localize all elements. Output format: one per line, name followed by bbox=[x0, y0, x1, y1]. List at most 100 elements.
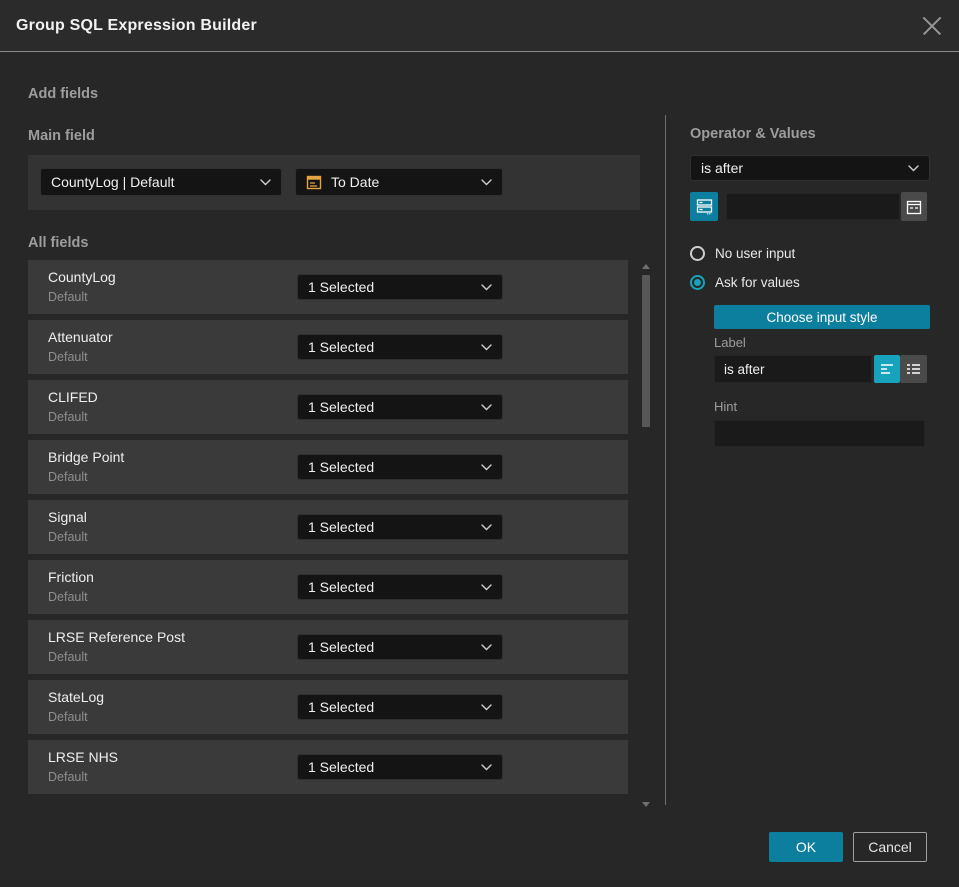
field-selected-value: 1 Selected bbox=[308, 759, 375, 775]
ok-button[interactable]: OK bbox=[769, 832, 843, 862]
field-subtitle: Default bbox=[48, 470, 88, 484]
field-row: Friction Default 1 Selected bbox=[28, 560, 628, 614]
chevron-down-icon bbox=[481, 703, 492, 711]
chevron-down-icon bbox=[481, 643, 492, 651]
field-selected-dropdown[interactable]: 1 Selected bbox=[297, 274, 503, 300]
field-selected-value: 1 Selected bbox=[308, 339, 375, 355]
field-name: StateLog bbox=[48, 689, 105, 705]
scroll-down-icon[interactable] bbox=[642, 802, 650, 807]
field-row: Bridge Point Default 1 Selected bbox=[28, 440, 628, 494]
chevron-down-icon bbox=[481, 583, 492, 591]
list-scrollbar[interactable] bbox=[641, 262, 651, 807]
field-name: Signal bbox=[48, 509, 87, 525]
field-row: Signal Default 1 Selected bbox=[28, 500, 628, 554]
chevron-down-icon bbox=[260, 178, 271, 186]
calendar-icon bbox=[306, 174, 322, 190]
chevron-down-icon bbox=[481, 343, 492, 351]
hint-caption: Hint bbox=[714, 399, 738, 414]
field-selected-value: 1 Selected bbox=[308, 579, 375, 595]
dialog-titlebar: Group SQL Expression Builder bbox=[0, 0, 959, 52]
hint-input[interactable] bbox=[714, 420, 925, 447]
calendar-picker-button[interactable] bbox=[901, 192, 927, 221]
field-name: Bridge Point bbox=[48, 449, 125, 465]
field-selected-dropdown[interactable]: 1 Selected bbox=[297, 634, 503, 660]
field-selected-dropdown[interactable]: 1 Selected bbox=[297, 514, 503, 540]
field-selected-value: 1 Selected bbox=[308, 699, 375, 715]
align-left-icon bbox=[880, 363, 893, 374]
field-name: CLIFED bbox=[48, 389, 98, 405]
chevron-down-icon bbox=[481, 523, 492, 531]
field-selected-value: 1 Selected bbox=[308, 639, 375, 655]
field-row: Attenuator Default 1 Selected bbox=[28, 320, 628, 374]
field-subtitle: Default bbox=[48, 650, 88, 664]
chevron-down-icon bbox=[481, 403, 492, 411]
list-icon bbox=[907, 363, 920, 374]
chevron-down-icon bbox=[481, 463, 492, 471]
label-caption: Label bbox=[714, 335, 746, 350]
field-selected-value: 1 Selected bbox=[308, 279, 375, 295]
radio-ask-for-values[interactable]: Ask for values bbox=[690, 275, 800, 290]
radio-label: No user input bbox=[715, 246, 796, 261]
label-input[interactable] bbox=[714, 355, 872, 383]
field-name: LRSE Reference Post bbox=[48, 629, 185, 645]
field-subtitle: Default bbox=[48, 590, 88, 604]
field-selected-dropdown[interactable]: 1 Selected bbox=[297, 574, 503, 600]
values-stack-icon bbox=[696, 199, 712, 215]
main-field-label: Main field bbox=[28, 128, 95, 144]
value-input[interactable] bbox=[726, 193, 900, 220]
radio-selected-icon bbox=[690, 275, 705, 290]
field-selected-dropdown[interactable]: 1 Selected bbox=[297, 334, 503, 360]
field-subtitle: Default bbox=[48, 770, 88, 784]
unique-values-button[interactable] bbox=[690, 192, 718, 221]
field-subtitle: Default bbox=[48, 710, 88, 724]
field-selected-value: 1 Selected bbox=[308, 519, 375, 535]
field-row: LRSE NHS Default 1 Selected bbox=[28, 740, 628, 794]
all-fields-label: All fields bbox=[28, 235, 89, 251]
chevron-down-icon bbox=[481, 178, 492, 186]
field-name: Attenuator bbox=[48, 329, 113, 345]
chevron-down-icon bbox=[481, 763, 492, 771]
main-field-date-value: To Date bbox=[331, 174, 380, 190]
radio-icon bbox=[690, 246, 705, 261]
field-selected-dropdown[interactable]: 1 Selected bbox=[297, 754, 503, 780]
main-field-date-select[interactable]: To Date bbox=[295, 168, 503, 196]
list-style-button[interactable] bbox=[900, 355, 927, 383]
field-name: LRSE NHS bbox=[48, 749, 119, 765]
dialog-title: Group SQL Expression Builder bbox=[16, 16, 257, 34]
choose-input-style-button[interactable]: Choose input style bbox=[714, 305, 930, 329]
field-row: LRSE Reference Post Default 1 Selected bbox=[28, 620, 628, 674]
field-name: CountyLog bbox=[48, 269, 116, 285]
main-field-select[interactable]: CountyLog | Default bbox=[40, 168, 282, 196]
close-icon[interactable] bbox=[921, 15, 943, 37]
add-fields-heading: Add fields bbox=[28, 86, 99, 102]
field-selected-dropdown[interactable]: 1 Selected bbox=[297, 694, 503, 720]
field-selected-dropdown[interactable]: 1 Selected bbox=[297, 394, 503, 420]
main-field-select-value: CountyLog | Default bbox=[51, 174, 175, 190]
field-subtitle: Default bbox=[48, 410, 88, 424]
field-row: CLIFED Default 1 Selected bbox=[28, 380, 628, 434]
operator-value: is after bbox=[701, 160, 744, 176]
panel-divider bbox=[665, 115, 666, 805]
main-field-panel: CountyLog | Default To Date bbox=[28, 155, 640, 210]
field-selected-value: 1 Selected bbox=[308, 399, 375, 415]
scroll-up-icon[interactable] bbox=[642, 264, 650, 269]
field-subtitle: Default bbox=[48, 290, 88, 304]
field-selected-dropdown[interactable]: 1 Selected bbox=[297, 454, 503, 480]
radio-label: Ask for values bbox=[715, 275, 800, 290]
operator-select[interactable]: is after bbox=[690, 155, 930, 181]
operator-values-heading: Operator & Values bbox=[690, 126, 816, 142]
field-row: CountyLog Default 1 Selected bbox=[28, 260, 628, 314]
calendar-icon bbox=[906, 200, 922, 214]
field-row: StateLog Default 1 Selected bbox=[28, 680, 628, 734]
chevron-down-icon bbox=[481, 283, 492, 291]
group-sql-expression-builder-dialog: Group SQL Expression Builder Add fields … bbox=[0, 0, 959, 887]
chevron-down-icon bbox=[908, 164, 919, 172]
field-subtitle: Default bbox=[48, 530, 88, 544]
field-name: Friction bbox=[48, 569, 94, 585]
radio-no-user-input[interactable]: No user input bbox=[690, 246, 795, 261]
single-line-style-button[interactable] bbox=[874, 355, 900, 383]
field-subtitle: Default bbox=[48, 350, 88, 364]
scrollbar-thumb[interactable] bbox=[642, 275, 650, 427]
field-selected-value: 1 Selected bbox=[308, 459, 375, 475]
cancel-button[interactable]: Cancel bbox=[853, 832, 927, 862]
